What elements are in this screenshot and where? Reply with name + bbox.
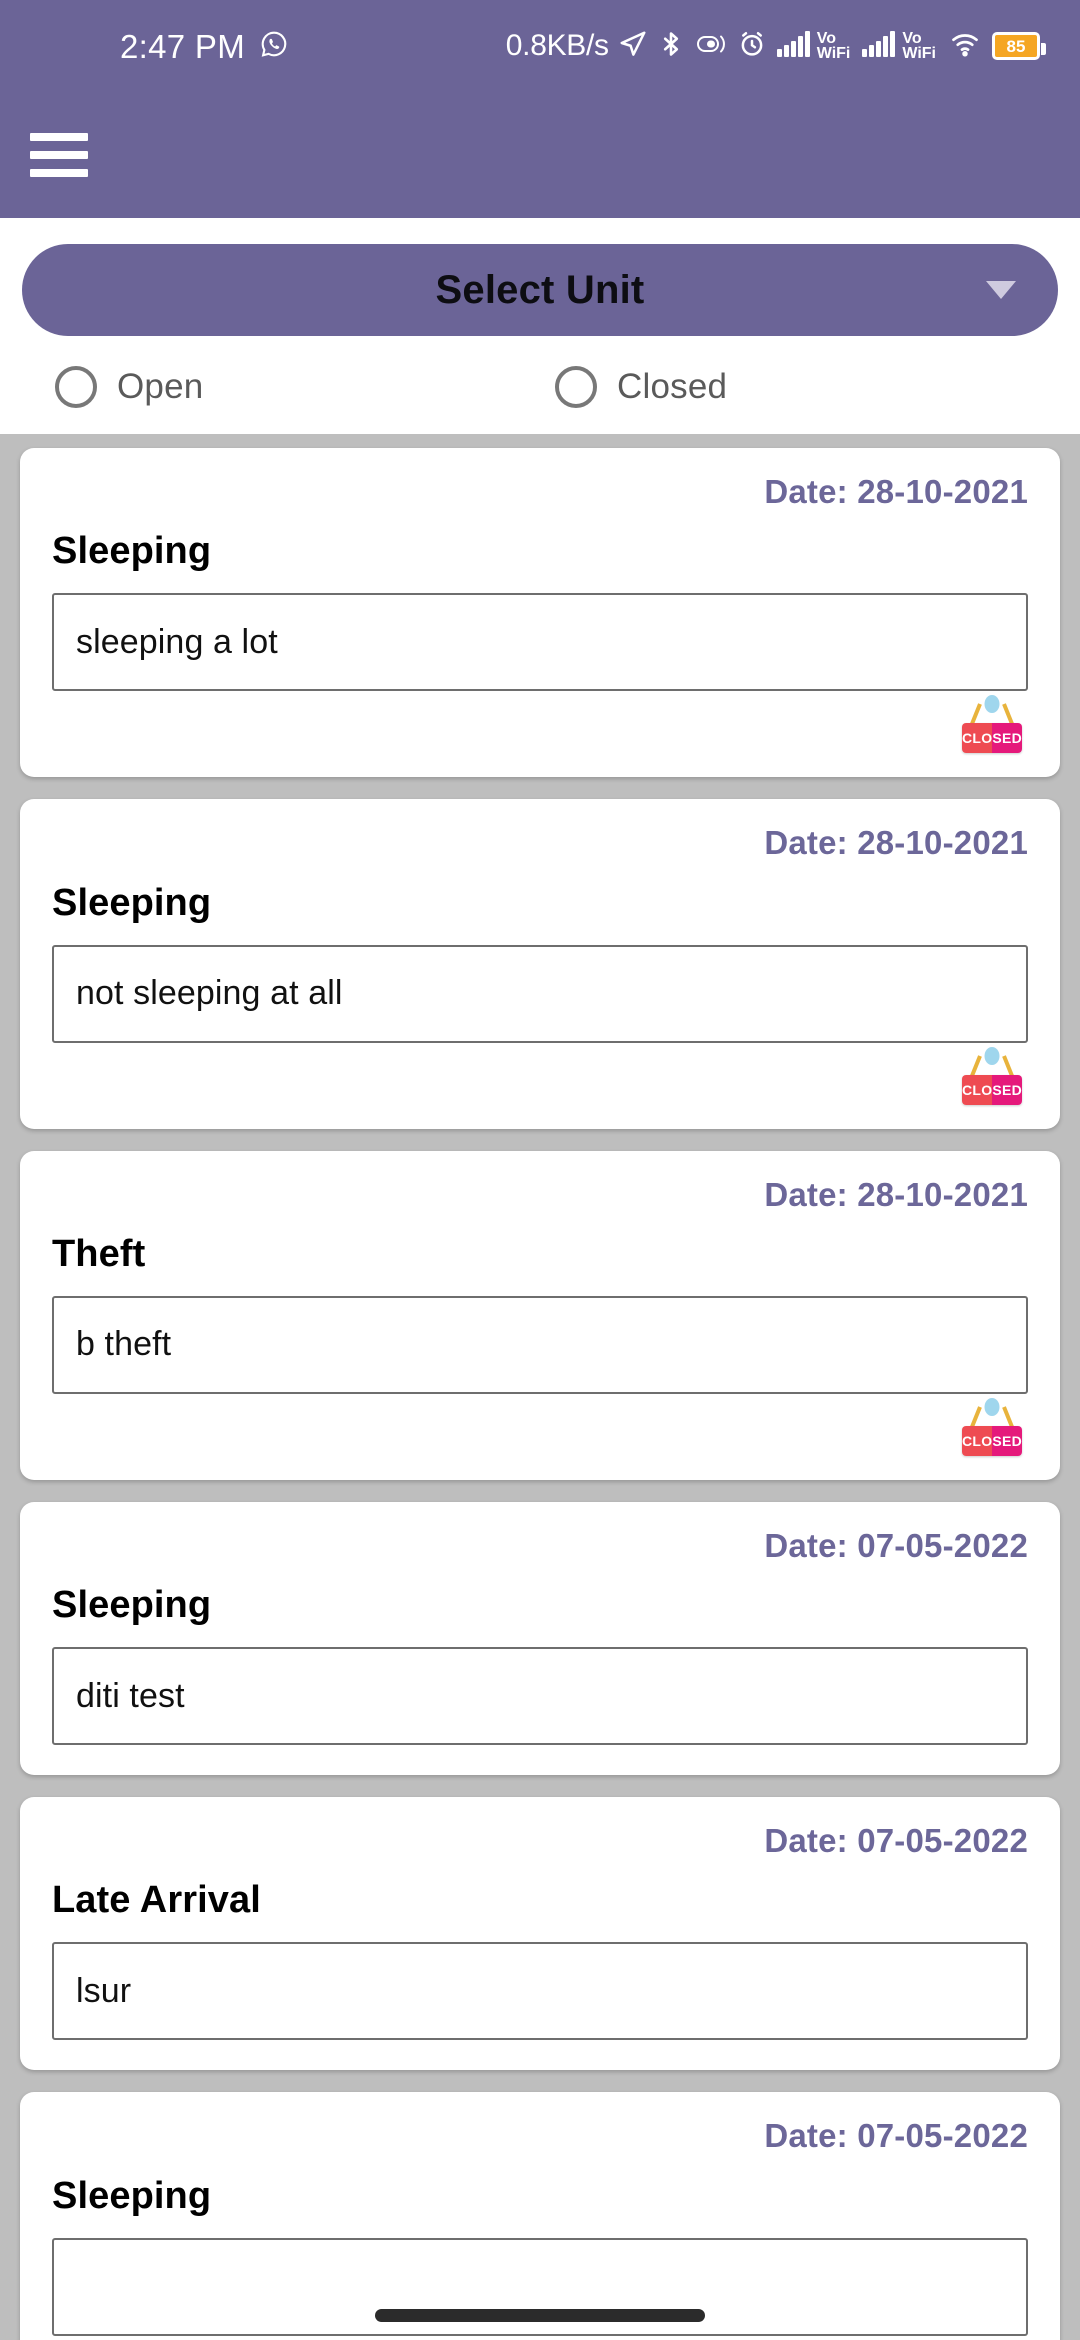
wifi-icon xyxy=(947,29,983,64)
card-description-box: lsur xyxy=(52,1942,1028,2041)
closed-sign-icon: CLOSED xyxy=(961,695,1023,754)
status-badge: CLOSED xyxy=(961,723,1023,754)
card-date: Date: 07-05-2022 xyxy=(764,1526,1028,1564)
card-footer xyxy=(52,2040,1028,2050)
radio-open-label: Open xyxy=(117,367,204,406)
card-description-box: sleeping a lot xyxy=(52,593,1028,692)
card-footer: CLOSED xyxy=(52,1394,1028,1460)
status-filter-group: Open Closed xyxy=(0,336,1080,434)
list-item[interactable]: Date: 07-05-2022 Sleeping diti test xyxy=(20,1501,1060,1776)
unit-selector-container: Select Unit xyxy=(0,218,1080,336)
list-item[interactable]: Date: 07-05-2022 Late Arrival lsur xyxy=(20,1797,1060,2071)
card-description-box: b theft xyxy=(52,1295,1028,1394)
volte-label-bottom: WiFi xyxy=(902,45,936,62)
hamburger-line xyxy=(30,133,88,141)
status-badge-label: CLOSED xyxy=(961,730,1023,747)
card-date: Date: 28-10-2021 xyxy=(764,1175,1028,1213)
volte-label-top: Vo xyxy=(902,29,922,47)
radio-closed[interactable]: Closed xyxy=(555,366,727,408)
location-arrow-icon xyxy=(618,29,648,64)
network-speed-text: 0.8KB/s xyxy=(505,29,609,62)
card-date: Date: 28-10-2021 xyxy=(764,824,1028,862)
list-item[interactable]: Date: 28-10-2021 Sleeping not sleeping a… xyxy=(20,799,1060,1129)
card-date: Date: 28-10-2021 xyxy=(764,473,1028,510)
select-unit-dropdown[interactable]: Select Unit xyxy=(22,244,1058,336)
closed-sign-icon: CLOSED xyxy=(961,1046,1023,1105)
card-title: Sleeping xyxy=(52,2174,212,2217)
card-description-box: not sleeping at all xyxy=(52,944,1028,1043)
card-footer xyxy=(52,1745,1028,1755)
radio-open[interactable]: Open xyxy=(55,366,555,408)
hamburger-line xyxy=(30,169,88,177)
signal-bars-icon xyxy=(776,30,810,63)
radio-circle-icon xyxy=(555,366,597,408)
card-description: lsur xyxy=(76,1971,132,2010)
status-badge: CLOSED xyxy=(961,1425,1023,1456)
volte-label-bottom: WiFi xyxy=(816,45,851,62)
battery-level-text: 85 xyxy=(1006,36,1026,56)
status-bar-left: 2:47 PM xyxy=(0,29,289,64)
sign-knob xyxy=(984,1046,1000,1065)
card-description: diti test xyxy=(76,1676,185,1715)
signal-bars-icon xyxy=(861,30,896,63)
status-bar-clock: 2:47 PM xyxy=(120,27,245,65)
status-badge-label: CLOSED xyxy=(961,1432,1023,1449)
whatsapp-icon xyxy=(259,29,289,64)
card-description: sleeping a lot xyxy=(76,622,278,661)
volte-wifi-icon: Vo WiFi xyxy=(816,29,851,62)
status-badge: CLOSED xyxy=(961,1074,1023,1105)
hamburger-menu-icon[interactable] xyxy=(30,133,88,177)
card-title: Sleeping xyxy=(52,881,212,924)
status-badge-label: CLOSED xyxy=(961,1081,1023,1098)
complaint-list[interactable]: Date: 28-10-2021 Sleeping sleeping a lot… xyxy=(0,434,1080,2340)
dnd-icon xyxy=(694,29,728,64)
card-description: b theft xyxy=(76,1325,172,1364)
volte-label-top: Vo xyxy=(816,29,837,47)
status-bar-right: 0.8KB/s Vo WiFi Vo WiFi 85 xyxy=(505,29,1046,64)
radio-circle-icon xyxy=(55,366,97,408)
bluetooth-icon xyxy=(657,29,685,64)
app-bar xyxy=(0,92,1080,218)
volte-wifi-icon: Vo WiFi xyxy=(902,29,936,62)
alarm-icon xyxy=(737,29,767,64)
sign-knob xyxy=(984,695,1000,714)
hamburger-line xyxy=(30,151,88,159)
list-item[interactable]: Date: 07-05-2022 Sleeping xyxy=(20,2092,1060,2340)
select-unit-label: Select Unit xyxy=(435,267,645,312)
sign-knob xyxy=(984,1397,1000,1416)
battery-icon: 85 xyxy=(992,32,1046,60)
card-title: Sleeping xyxy=(52,1584,212,1627)
closed-sign-icon: CLOSED xyxy=(961,1397,1023,1456)
card-title: Theft xyxy=(52,1232,146,1275)
chevron-down-icon xyxy=(986,281,1016,299)
card-date: Date: 07-05-2022 xyxy=(764,1822,1028,1860)
app-screen: 2:47 PM 0.8KB/s Vo WiFi Vo WiFi 85 Selec… xyxy=(0,0,1080,2340)
card-date: Date: 07-05-2022 xyxy=(764,2117,1028,2155)
card-footer: CLOSED xyxy=(52,691,1028,757)
card-description-box: diti test xyxy=(52,1647,1028,1746)
card-footer: CLOSED xyxy=(52,1043,1028,1109)
card-footer xyxy=(52,2336,1028,2340)
list-item[interactable]: Date: 28-10-2021 Sleeping sleeping a lot… xyxy=(20,448,1060,778)
card-description: not sleeping at all xyxy=(76,974,343,1013)
radio-closed-label: Closed xyxy=(617,367,728,406)
status-bar: 2:47 PM 0.8KB/s Vo WiFi Vo WiFi 85 xyxy=(0,0,1080,92)
card-title: Late Arrival xyxy=(52,1879,261,1922)
gesture-navigation-bar[interactable] xyxy=(375,2309,705,2322)
card-title: Sleeping xyxy=(52,530,212,573)
list-item[interactable]: Date: 28-10-2021 Theft b theft CLOSED xyxy=(20,1150,1060,1480)
